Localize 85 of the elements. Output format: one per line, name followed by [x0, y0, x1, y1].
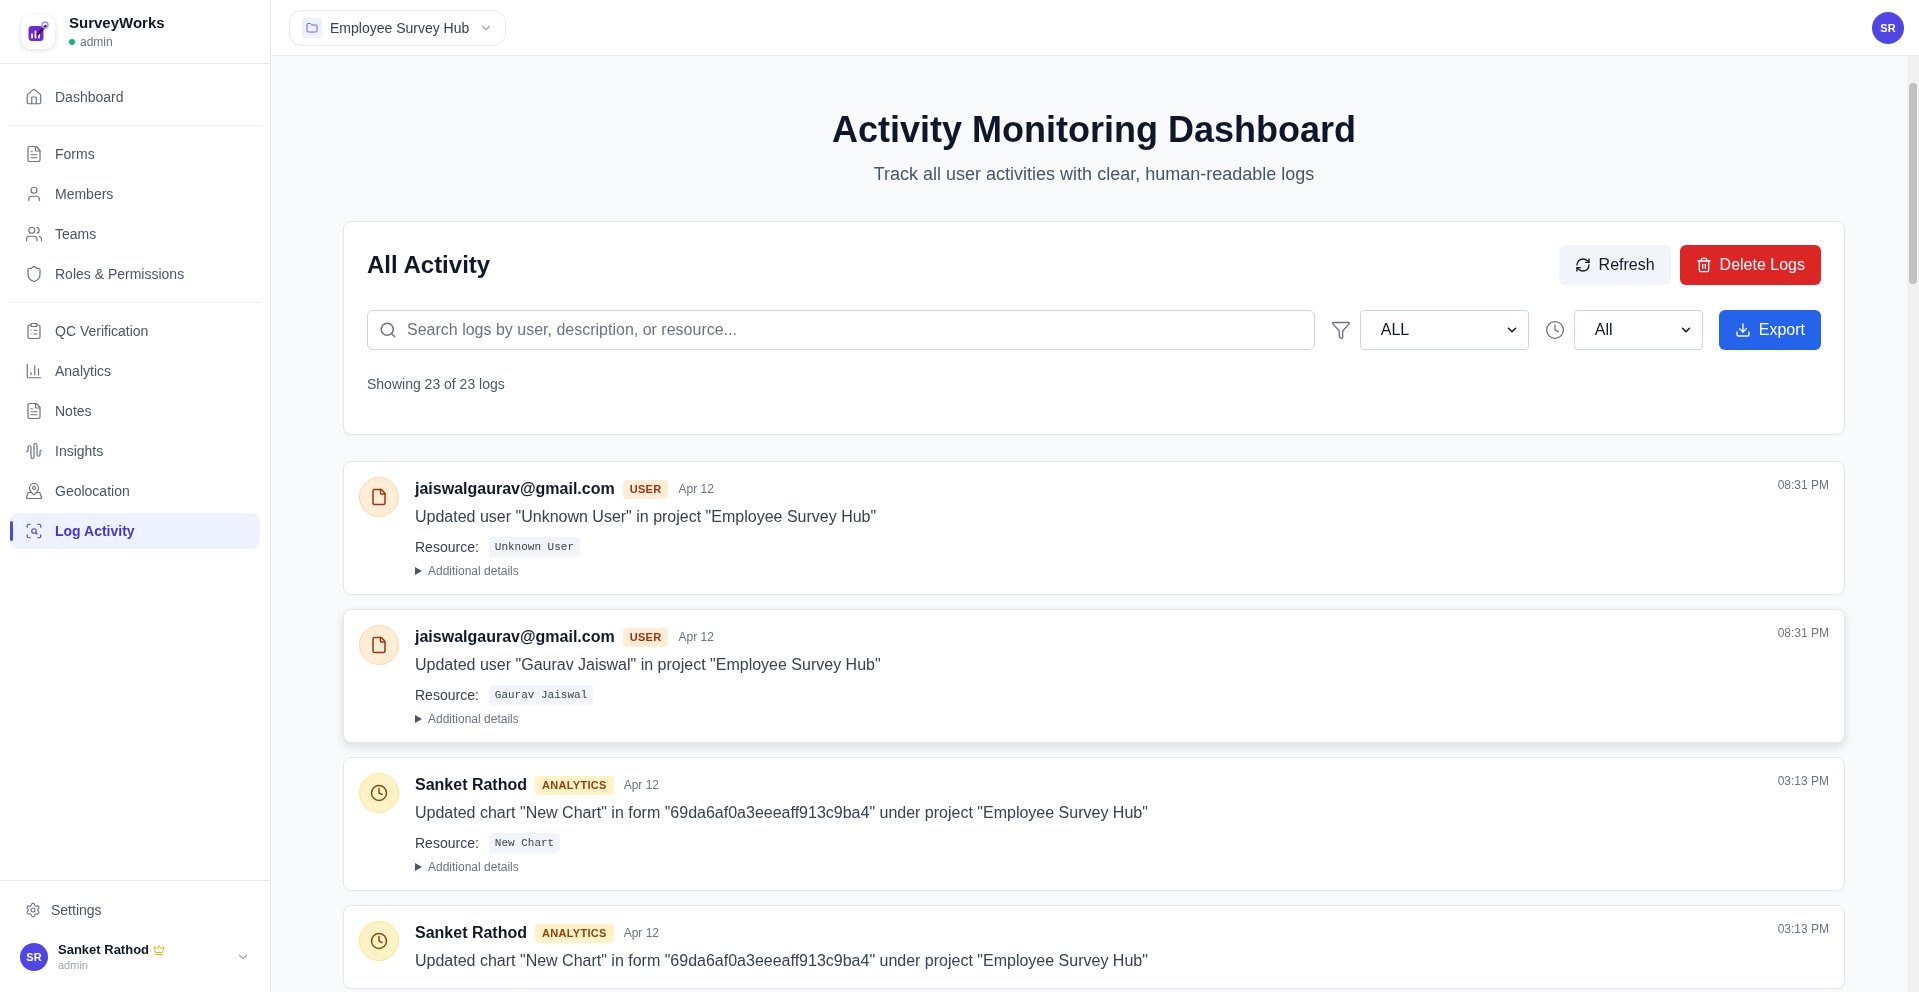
user-icon [25, 185, 43, 203]
time-range-select[interactable]: All [1573, 310, 1703, 350]
delete-logs-button[interactable]: Delete Logs [1679, 245, 1821, 285]
panel-title: All Activity [367, 251, 491, 279]
document-icon [25, 402, 43, 420]
sidebar-item[interactable]: QC Verification [10, 313, 260, 349]
search-icon [379, 321, 397, 339]
details-toggle[interactable]: Additional details [415, 563, 519, 579]
brand-role: admin [80, 33, 113, 50]
house-icon [25, 88, 43, 106]
folder-icon [302, 17, 322, 38]
file-icon [359, 625, 399, 665]
log-date: Apr 12 [623, 926, 659, 940]
resource-chip: Gaurav Jaiswal [488, 685, 594, 705]
log-author: Sanket Rathod [415, 776, 527, 794]
document-icon [25, 145, 43, 163]
category-tag: USER [622, 479, 669, 499]
resource-label: Resource: [415, 539, 479, 555]
search-field[interactable]: Search logs by user, description, or resource... [367, 310, 1315, 350]
sidebar-item[interactable]: Insights [10, 433, 260, 469]
sidebar-item[interactable]: Geolocation [10, 473, 260, 509]
category-select[interactable]: ALL [1359, 310, 1529, 350]
filter-icon [1330, 320, 1351, 340]
log-description: Updated user "Unknown User" in project "Employee Survey Hub" [415, 507, 878, 527]
trash-icon [1695, 257, 1712, 273]
clock-icon [359, 773, 399, 813]
category-tag: ANALYTICS [535, 775, 614, 795]
log-time: 08:31 PM [1777, 477, 1829, 493]
log-date: Apr 12 [678, 482, 714, 496]
details-toggle[interactable]: Additional details [415, 711, 519, 727]
profile-avatar[interactable]: SR [1872, 11, 1904, 44]
log-time: 03:13 PM [1777, 773, 1829, 789]
log-time: 03:13 PM [1777, 921, 1829, 937]
sidebar-item[interactable]: Forms [10, 136, 260, 172]
waveform-icon [25, 442, 43, 460]
user-avatar[interactable]: SR [20, 943, 48, 971]
sidebar-item[interactable]: Notes [10, 393, 260, 429]
user-role: admin [58, 958, 89, 972]
clock-icon [1544, 320, 1565, 340]
project-selector[interactable]: Employee Survey Hub [289, 9, 507, 46]
brand-name: SurveyWorks [69, 13, 165, 32]
log-description: Updated chart "New Chart" in form "69da6af0a3eeeaff913c9ba4" under project "Employee Survey Hub" [415, 951, 1149, 971]
bar-chart-icon [25, 362, 43, 380]
sidebar-item[interactable]: Teams [10, 216, 260, 252]
clipboard-list-icon [25, 322, 43, 340]
shield-icon [25, 265, 43, 283]
log-date: Apr 12 [623, 778, 659, 792]
log-description: Updated user "Gaurav Jaiswal" in project "Employee Survey Hub" [415, 655, 882, 675]
clock-icon [359, 921, 399, 961]
users-icon [25, 225, 43, 243]
status-dot-icon [69, 38, 75, 45]
settings-icon [25, 902, 41, 918]
map-pin-icon [25, 482, 43, 500]
user-name: Sanket Rathod [58, 942, 149, 958]
page-subtitle: Track all user activities with clear, human-readable logs [872, 163, 1316, 186]
resource-label: Resource: [415, 835, 479, 851]
sidebar-item[interactable]: Roles & Permissions [10, 256, 260, 292]
export-button[interactable]: Export [1718, 310, 1821, 350]
category-tag: USER [622, 627, 669, 647]
logo-icon [21, 14, 55, 49]
log-author: jaiswalgaurav@gmail.com [415, 480, 615, 498]
log-author: Sanket Rathod [415, 924, 527, 942]
log-count: Showing 23 of 23 logs [367, 375, 506, 394]
resource-chip: New Chart [488, 833, 561, 853]
scan-search-icon [25, 522, 43, 540]
refresh-button[interactable]: Refresh [1558, 245, 1671, 285]
refresh-icon [1574, 257, 1591, 273]
file-icon [359, 477, 399, 517]
log-description: Updated chart "New Chart" in form "69da6af0a3eeeaff913c9ba4" under project "Employee Survey Hub" [415, 803, 1149, 823]
page-title: Activity Monitoring Dashboard [831, 108, 1357, 152]
scrollbar-thumb[interactable] [1909, 83, 1917, 284]
resource-chip: Unknown User [488, 537, 581, 557]
settings-item[interactable]: Settings [10, 892, 260, 928]
sidebar-item[interactable]: Dashboard [10, 79, 260, 115]
sidebar-item[interactable]: Members [10, 176, 260, 212]
log-author: jaiswalgaurav@gmail.com [415, 628, 615, 646]
resource-label: Resource: [415, 687, 479, 703]
details-toggle[interactable]: Additional details [415, 859, 519, 875]
download-icon [1734, 322, 1751, 338]
log-date: Apr 12 [678, 630, 714, 644]
crown-icon [153, 944, 165, 956]
category-tag: ANALYTICS [535, 923, 614, 943]
sidebar-item[interactable]: Analytics [10, 353, 260, 389]
log-time: 08:31 PM [1777, 625, 1829, 641]
sidebar-item[interactable]: Log Activity [10, 513, 260, 549]
